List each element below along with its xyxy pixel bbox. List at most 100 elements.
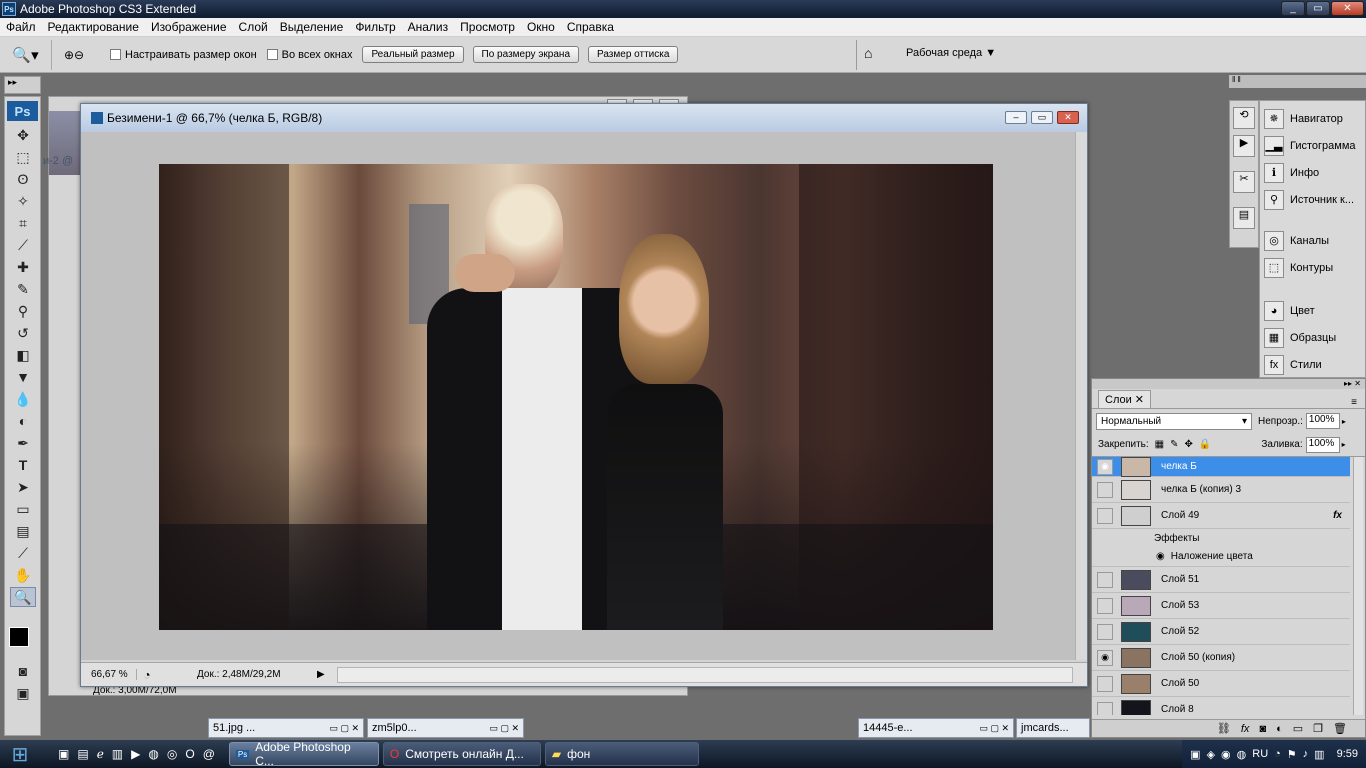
- layer-fx-icon[interactable]: fx: [1333, 510, 1342, 521]
- layer-row[interactable]: Слой 49 fx: [1092, 503, 1350, 529]
- quicklaunch-icon[interactable]: ℯ: [97, 747, 104, 761]
- layers-tab[interactable]: Слои ✕: [1098, 390, 1152, 408]
- layer-visibility-toggle[interactable]: [1097, 701, 1113, 715]
- layer-row[interactable]: Слой 52: [1092, 619, 1350, 645]
- magic-wand-tool-icon[interactable]: ✧: [10, 191, 36, 211]
- clone-source-panel[interactable]: ⚲ Источник к...: [1260, 186, 1365, 213]
- doc-minimize-button[interactable]: –: [1005, 111, 1027, 124]
- doc-maximize-button[interactable]: ▭: [1031, 111, 1053, 124]
- navigator-panel[interactable]: ✵ Навигатор: [1260, 105, 1365, 132]
- info-panel[interactable]: ℹ Инфо: [1260, 159, 1365, 186]
- menu-view[interactable]: Просмотр: [454, 20, 521, 34]
- blend-mode-select[interactable]: Нормальный ▾: [1096, 412, 1252, 430]
- brush-tool-icon[interactable]: ✎: [10, 279, 36, 299]
- network-icon[interactable]: ▥: [1314, 748, 1324, 761]
- tray-icon[interactable]: ◔: [1274, 748, 1281, 760]
- quicklaunch-icon[interactable]: @: [203, 747, 215, 761]
- quicklaunch-icon[interactable]: O: [185, 747, 194, 761]
- lock-transparency-icon[interactable]: ▦: [1155, 439, 1164, 450]
- layer-visibility-toggle[interactable]: [1097, 675, 1113, 692]
- add-mask-icon[interactable]: ◙: [1259, 723, 1266, 735]
- taskbar-photoshop[interactable]: Ps Adobe Photoshop C...: [228, 740, 379, 768]
- lock-position-icon[interactable]: ✥: [1185, 439, 1193, 450]
- tool-presets-icon[interactable]: ✂: [1233, 171, 1255, 193]
- new-layer-icon[interactable]: ❐: [1313, 722, 1323, 735]
- layer-visibility-toggle[interactable]: [1097, 571, 1113, 588]
- type-tool-icon[interactable]: T: [10, 455, 36, 475]
- workspace-menu[interactable]: Рабочая среда ▼: [906, 47, 996, 59]
- zoom-level[interactable]: 66,67 %: [81, 669, 137, 680]
- history-brush-tool-icon[interactable]: ↺: [10, 323, 36, 343]
- actual-pixels-button[interactable]: Реальный размер: [362, 46, 464, 63]
- screen-mode-icon[interactable]: ▣: [10, 683, 36, 703]
- fill-input[interactable]: 100%: [1305, 436, 1340, 453]
- quicklaunch-icon[interactable]: ◎: [167, 747, 177, 761]
- start-button-icon[interactable]: ⊞: [0, 740, 40, 768]
- delete-layer-icon[interactable]: 🗑: [1333, 722, 1347, 735]
- layer-row[interactable]: Слой 8: [1092, 697, 1350, 715]
- layer-visibility-toggle[interactable]: [1097, 481, 1113, 498]
- dodge-tool-icon[interactable]: ◐: [10, 411, 36, 431]
- new-group-icon[interactable]: ▭: [1293, 722, 1303, 735]
- marquee-tool-icon[interactable]: ⬚: [10, 147, 36, 167]
- fill-arrow-icon[interactable]: ▸: [1342, 440, 1346, 449]
- layers-panel-grip[interactable]: ▸▸ ✕: [1092, 379, 1365, 389]
- minimized-doc[interactable]: jmcards...: [1016, 718, 1090, 738]
- minimized-doc[interactable]: 51.jpg ... ▭ ▢ ✕: [208, 718, 364, 738]
- effects-row[interactable]: Эффекты: [1092, 529, 1350, 547]
- horizontal-scrollbar[interactable]: [337, 666, 1073, 683]
- taskbar-opera[interactable]: O Смотреть онлайн Д...: [382, 742, 541, 766]
- menu-layer[interactable]: Слой: [233, 20, 274, 34]
- minimized-doc[interactable]: zm5lp0... ▭ ▢ ✕: [367, 718, 524, 738]
- styles-panel[interactable]: fx Стили: [1260, 351, 1365, 378]
- minimized-controls-icon[interactable]: ▭ ▢ ✕: [489, 723, 519, 734]
- swatches-panel[interactable]: ▦ Образцы: [1260, 324, 1365, 351]
- tray-icon[interactable]: ◈: [1207, 748, 1215, 761]
- quicklaunch-icon[interactable]: ▶: [131, 747, 140, 761]
- effect-eye-icon[interactable]: ◉: [1156, 551, 1165, 562]
- layer-row[interactable]: Слой 51: [1092, 567, 1350, 593]
- status-menu-arrow-icon[interactable]: ▶: [317, 669, 331, 680]
- tray-icon[interactable]: ◉: [1221, 748, 1231, 761]
- vertical-scrollbar[interactable]: [1075, 132, 1087, 660]
- print-size-button[interactable]: Размер оттиска: [588, 46, 679, 63]
- quicklaunch-icon[interactable]: ▣: [58, 747, 69, 761]
- path-selection-tool-icon[interactable]: ➤: [10, 477, 36, 497]
- quicklaunch-icon[interactable]: ◍: [148, 747, 158, 761]
- minimized-doc[interactable]: 14445-e... ▭ ▢ ✕: [858, 718, 1014, 738]
- all-windows-checkbox[interactable]: [266, 49, 278, 60]
- bridge-icon[interactable]: ⌂: [864, 45, 872, 61]
- quicklaunch-icon[interactable]: ▥: [112, 747, 123, 761]
- layer-row[interactable]: ◉ челка Б: [1092, 457, 1350, 477]
- layers-menu-icon[interactable]: ≡: [1351, 397, 1357, 408]
- quick-mask-icon[interactable]: ◙: [10, 661, 36, 681]
- blur-tool-icon[interactable]: 💧: [10, 389, 36, 409]
- shape-tool-icon[interactable]: ▭: [10, 499, 36, 519]
- layer-visibility-toggle[interactable]: [1097, 623, 1113, 640]
- actions-panel-icon[interactable]: ▶: [1233, 135, 1255, 157]
- paint-bucket-tool-icon[interactable]: ▼: [10, 367, 36, 387]
- menu-file[interactable]: Файл: [0, 20, 42, 34]
- restore-button[interactable]: ▭: [1306, 1, 1330, 16]
- effect-row[interactable]: ◉ Наложение цвета: [1092, 547, 1350, 567]
- channels-panel[interactable]: ◎ Каналы: [1260, 227, 1365, 254]
- menu-window[interactable]: Окно: [521, 20, 561, 34]
- tray-icon[interactable]: ◍: [1237, 748, 1247, 761]
- add-style-icon[interactable]: fx: [1241, 723, 1250, 735]
- minimized-controls-icon[interactable]: ▭ ▢ ✕: [329, 723, 359, 734]
- tray-icon[interactable]: ⚑: [1287, 748, 1297, 761]
- menu-analysis[interactable]: Анализ: [402, 20, 455, 34]
- opacity-input[interactable]: 100%: [1305, 413, 1340, 429]
- resize-windows-checkbox[interactable]: [110, 49, 121, 60]
- minimized-controls-icon[interactable]: ▭ ▢ ✕: [979, 723, 1009, 734]
- close-button[interactable]: ✕: [1331, 1, 1364, 16]
- lock-pixels-icon[interactable]: ✎: [1170, 439, 1178, 450]
- link-layers-icon[interactable]: ⛓: [1217, 722, 1231, 735]
- quicklaunch-icon[interactable]: ▤: [77, 747, 88, 761]
- minimize-button[interactable]: _: [1281, 1, 1305, 16]
- foreground-color[interactable]: [9, 627, 29, 647]
- menu-image[interactable]: Изображение: [145, 20, 233, 34]
- all-windows-option[interactable]: Во всех окнах: [266, 49, 352, 61]
- history-panel-icon[interactable]: ⟲: [1233, 107, 1255, 129]
- hand-tool-icon[interactable]: ✋: [10, 565, 36, 585]
